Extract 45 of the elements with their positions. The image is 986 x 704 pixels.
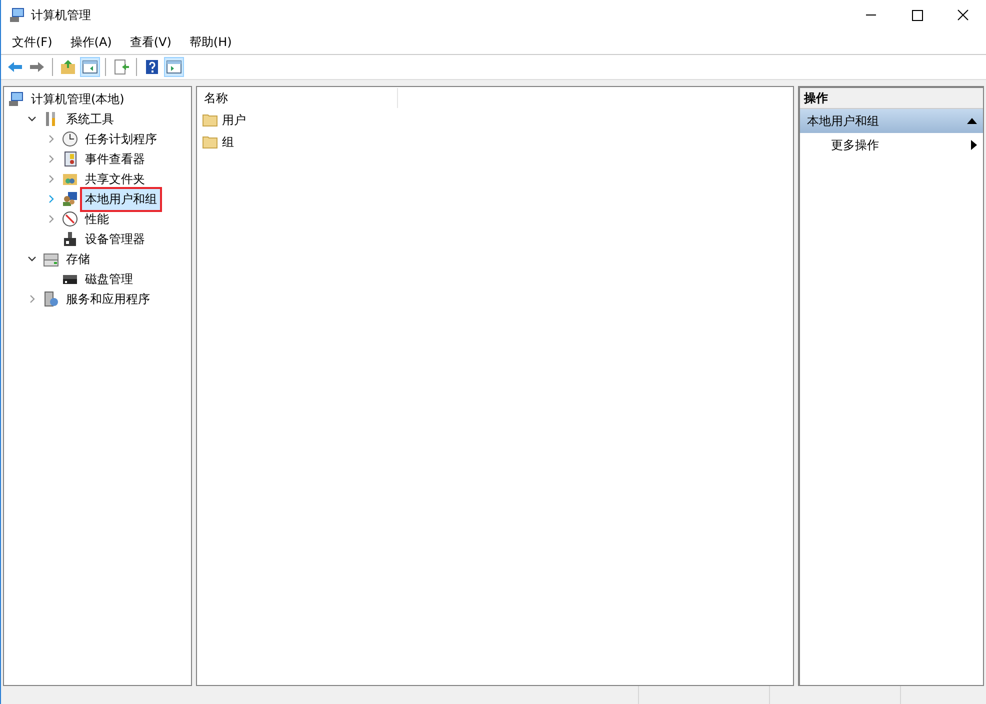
help-icon: [144, 59, 160, 75]
folder-icon: [202, 112, 218, 128]
list-item[interactable]: 组: [222, 134, 234, 150]
column-header[interactable]: 名称: [197, 88, 398, 108]
actions-title: 操作: [804, 90, 828, 106]
action-link[interactable]: 更多操作: [831, 136, 879, 154]
gauge-icon: [62, 211, 78, 227]
clock-icon: [62, 131, 78, 147]
menu-item[interactable]: 操作(A): [63, 32, 119, 52]
document-arrow-icon: [113, 59, 129, 75]
folder-up-icon: [60, 59, 76, 75]
tree-item[interactable]: 设备管理器: [82, 228, 148, 250]
pane-toggle-button[interactable]: [164, 57, 184, 77]
left-arrow-icon: [7, 59, 23, 75]
tree-toggle-button[interactable]: [80, 57, 100, 77]
tree-item[interactable]: 事件查看器: [82, 148, 148, 170]
tree-item[interactable]: 性能: [82, 208, 112, 230]
menu-item[interactable]: 文件(F): [5, 32, 60, 52]
submenu-arrow-icon: [971, 140, 977, 150]
window-title: 计算机管理: [31, 6, 92, 24]
folder-up-button[interactable]: [58, 57, 78, 77]
device-icon: [62, 231, 78, 247]
tree-item[interactable]: 系统工具: [63, 108, 117, 130]
collapse-triangle-icon: [967, 118, 977, 124]
tree-item[interactable]: 任务计划程序: [82, 128, 160, 150]
shared-folder-icon: [62, 171, 78, 187]
actions-section-header[interactable]: 本地用户和组: [800, 109, 983, 133]
tree-item[interactable]: 服务和应用程序: [63, 288, 153, 310]
tree-item[interactable]: 本地用户和组: [82, 188, 160, 210]
tree-item[interactable]: 存储: [63, 248, 93, 270]
window-pane-icon: [82, 59, 98, 75]
list-item[interactable]: 用户: [222, 112, 246, 128]
computer-icon: [9, 7, 25, 23]
tree-item[interactable]: 磁盘管理: [82, 268, 136, 290]
right-arrow-icon: [29, 59, 45, 75]
computer-icon: [8, 91, 24, 107]
storage-icon: [43, 251, 59, 267]
tree-item[interactable]: 共享文件夹: [82, 168, 148, 190]
menu-item[interactable]: 查看(V): [122, 32, 178, 52]
menu-item[interactable]: 帮助(H): [182, 32, 239, 52]
folder-icon: [202, 134, 218, 150]
users-icon: [62, 191, 78, 207]
window-pane-icon: [166, 59, 182, 75]
log-book-icon: [62, 151, 78, 167]
tree-item[interactable]: 计算机管理(本地): [28, 88, 128, 110]
